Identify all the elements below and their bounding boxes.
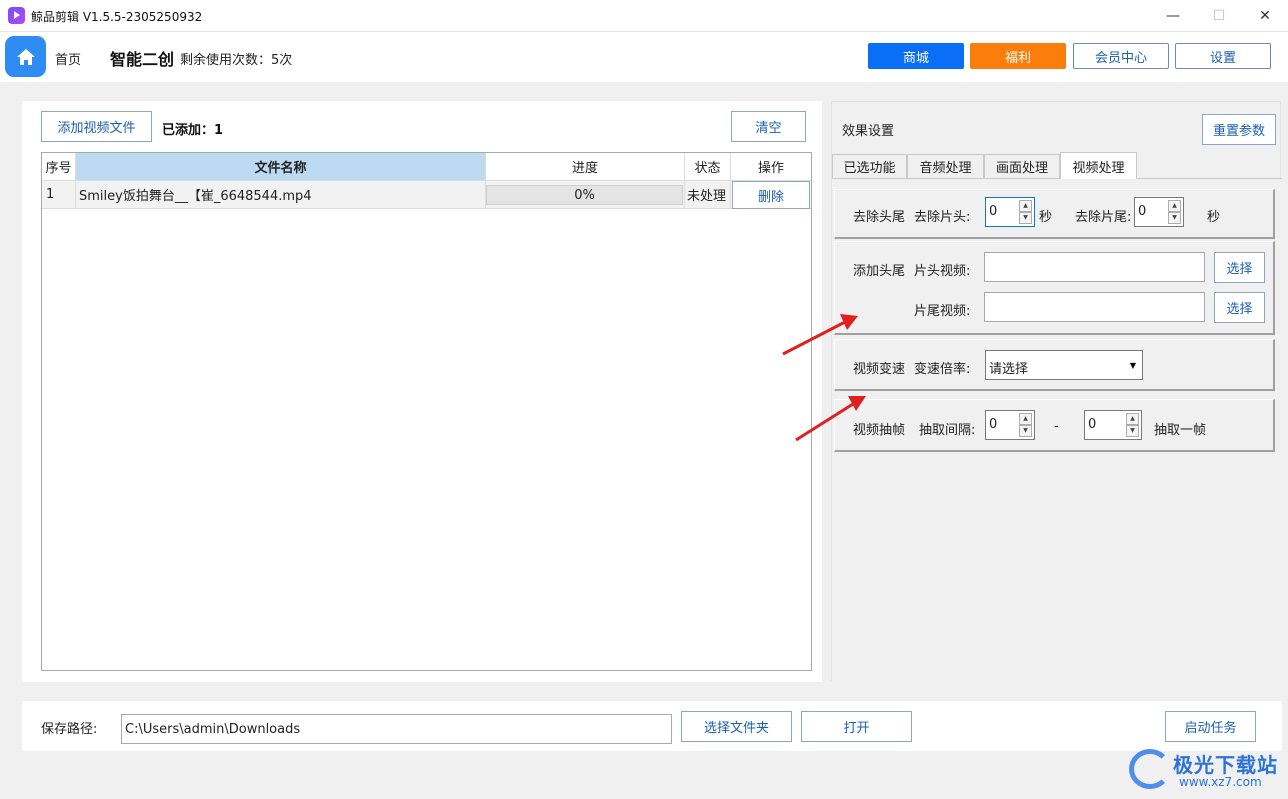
spin-up-icon[interactable]: ▲	[1019, 200, 1032, 212]
tab-selected-features[interactable]: 已选功能	[832, 154, 907, 178]
brand-title: 智能二创	[110, 50, 175, 69]
choose-tail-button[interactable]: 选择	[1214, 292, 1265, 323]
clear-button[interactable]: 清空	[731, 111, 806, 142]
save-path-label: 保存路径:	[41, 722, 98, 737]
progress-text: 0%	[574, 187, 595, 203]
speed-group: 视频变速 变速倍率: 请选择 ▼	[834, 339, 1275, 391]
head-video-label: 片头视频:	[914, 264, 971, 279]
settings-button[interactable]: 设置	[1175, 43, 1271, 69]
minimize-button[interactable]: —	[1150, 0, 1196, 32]
speed-rate-select[interactable]: 请选择 ▼	[985, 350, 1143, 380]
effects-title: 效果设置	[842, 124, 895, 139]
save-path-field[interactable]: C:\Users\admin\Downloads	[121, 714, 672, 744]
frame-range-dash: -	[1054, 419, 1059, 434]
reset-params-button[interactable]: 重置参数	[1202, 114, 1276, 145]
col-progress[interactable]: 进度	[486, 153, 685, 181]
add-ends-group: 添加头尾 片头视频: 选择 片尾视频: 选择	[834, 241, 1275, 335]
close-button[interactable]: ✕	[1242, 0, 1288, 32]
file-table: 序号 文件名称 进度 状态 操作 1 Smiley饭拍舞台__【崔_664854…	[41, 152, 812, 671]
trim-head-value: 0	[989, 204, 998, 219]
spin-up-icon[interactable]: ▲	[1126, 413, 1139, 425]
welfare-button[interactable]: 福利	[970, 43, 1066, 69]
video-tab-content: 去除头尾 去除片头: 0 ▲ ▼ 秒 去除片尾: 0 ▲ ▼ 秒 添加头尾 片头视频…	[832, 178, 1282, 681]
frame-extract-suffix: 抽取一帧	[1154, 423, 1207, 438]
open-folder-button[interactable]: 打开	[801, 711, 912, 742]
tail-video-field[interactable]	[984, 292, 1205, 322]
spin-down-icon[interactable]: ▼	[1168, 212, 1181, 224]
nav-home-link[interactable]: 首页	[55, 49, 81, 68]
added-label-text: 已添加：	[162, 123, 215, 138]
watermark-url: www.xz7.com	[1179, 775, 1262, 789]
spin-down-icon[interactable]: ▼	[1126, 425, 1139, 437]
trim-group: 去除头尾 去除片头: 0 ▲ ▼ 秒 去除片尾: 0 ▲ ▼ 秒	[834, 189, 1275, 239]
add-ends-group-label: 添加头尾	[853, 264, 906, 279]
tab-picture[interactable]: 画面处理	[984, 154, 1060, 178]
watermark-logo-icon	[1129, 749, 1171, 789]
frame-interval-label: 抽取间隔:	[919, 423, 976, 438]
home-icon[interactable]	[5, 36, 46, 77]
save-path-bar: 保存路径: C:\Users\admin\Downloads 选择文件夹 打开 …	[22, 701, 1282, 751]
tab-audio[interactable]: 音频处理	[907, 154, 984, 178]
choose-head-button[interactable]: 选择	[1214, 252, 1265, 283]
speed-rate-value: 请选择	[989, 362, 1029, 377]
speed-rate-label: 变速倍率:	[914, 362, 971, 377]
frame-to-value: 0	[1088, 417, 1097, 432]
shop-button[interactable]: 商城	[868, 43, 964, 69]
spin-up-icon[interactable]: ▲	[1019, 413, 1032, 425]
trim-group-label: 去除头尾	[853, 210, 906, 225]
trim-head-stepper[interactable]: 0 ▲ ▼	[985, 197, 1035, 227]
speed-group-label: 视频变速	[853, 362, 906, 377]
choose-folder-button[interactable]: 选择文件夹	[681, 711, 792, 742]
added-count-label: 已添加：1	[162, 119, 223, 138]
chevron-down-icon[interactable]: ▼	[1126, 353, 1140, 377]
spin-down-icon[interactable]: ▼	[1019, 425, 1032, 437]
trim-tail-stepper[interactable]: 0 ▲ ▼	[1134, 197, 1184, 227]
trim-tail-unit: 秒	[1207, 210, 1221, 225]
col-action[interactable]: 操作	[731, 153, 811, 181]
delete-button[interactable]: 删除	[732, 181, 810, 209]
effects-tabs: 已选功能 音频处理 画面处理 视频处理	[832, 152, 1282, 179]
maximize-button[interactable]: ☐	[1196, 0, 1242, 32]
row-file-name[interactable]: Smiley饭拍舞台__【崔_6648544.mp4	[76, 181, 486, 209]
frame-from-stepper[interactable]: 0 ▲ ▼	[985, 410, 1035, 440]
app-logo-icon	[8, 7, 25, 24]
trim-tail-value: 0	[1138, 204, 1147, 219]
frame-extract-group: 视频抽帧 抽取间隔: 0 ▲ ▼ - 0 ▲ ▼ 抽取一帧	[834, 399, 1275, 452]
trim-head-unit: 秒	[1039, 210, 1053, 225]
remaining-uses: 剩余使用次数：5次	[180, 53, 293, 68]
tab-video[interactable]: 视频处理	[1060, 152, 1137, 179]
watermark-text: 极光下载站	[1173, 753, 1278, 777]
row-status: 未处理	[685, 181, 731, 209]
trim-head-label: 去除片头:	[914, 210, 971, 225]
frame-from-value: 0	[989, 417, 998, 432]
spin-up-icon[interactable]: ▲	[1168, 200, 1181, 212]
file-panel: 添加视频文件 已添加：1 清空 序号 文件名称 进度 状态 操作 1 Smile…	[22, 101, 822, 682]
head-video-field[interactable]	[984, 252, 1205, 282]
trim-tail-label: 去除片尾:	[1075, 210, 1132, 225]
watermark: 极光下载站 www.xz7.com	[1125, 745, 1285, 793]
app-header: 首页 智能二创 剩余使用次数：5次 商城 福利 会员中心 设置	[0, 32, 1288, 82]
start-task-button[interactable]: 启动任务	[1165, 711, 1256, 742]
title-bar: 鲸品剪辑 V1.5.5-2305250932 — ☐ ✕	[0, 0, 1288, 32]
add-video-button[interactable]: 添加视频文件	[41, 111, 152, 142]
frame-extract-group-label: 视频抽帧	[853, 423, 906, 438]
col-name[interactable]: 文件名称	[76, 153, 486, 181]
frame-to-stepper[interactable]: 0 ▲ ▼	[1084, 410, 1142, 440]
progress-bar: 0%	[486, 185, 683, 205]
added-count: 1	[214, 123, 224, 138]
spin-down-icon[interactable]: ▼	[1019, 212, 1032, 224]
col-status[interactable]: 状态	[685, 153, 731, 181]
tail-video-label: 片尾视频:	[914, 304, 971, 319]
col-index[interactable]: 序号	[42, 153, 76, 181]
member-center-button[interactable]: 会员中心	[1073, 43, 1169, 69]
window-title: 鲸品剪辑 V1.5.5-2305250932	[31, 10, 203, 24]
row-index: 1	[42, 181, 76, 209]
effects-panel: 效果设置 重置参数 已选功能 音频处理 画面处理 视频处理 去除头尾 去除片头:…	[831, 101, 1282, 681]
